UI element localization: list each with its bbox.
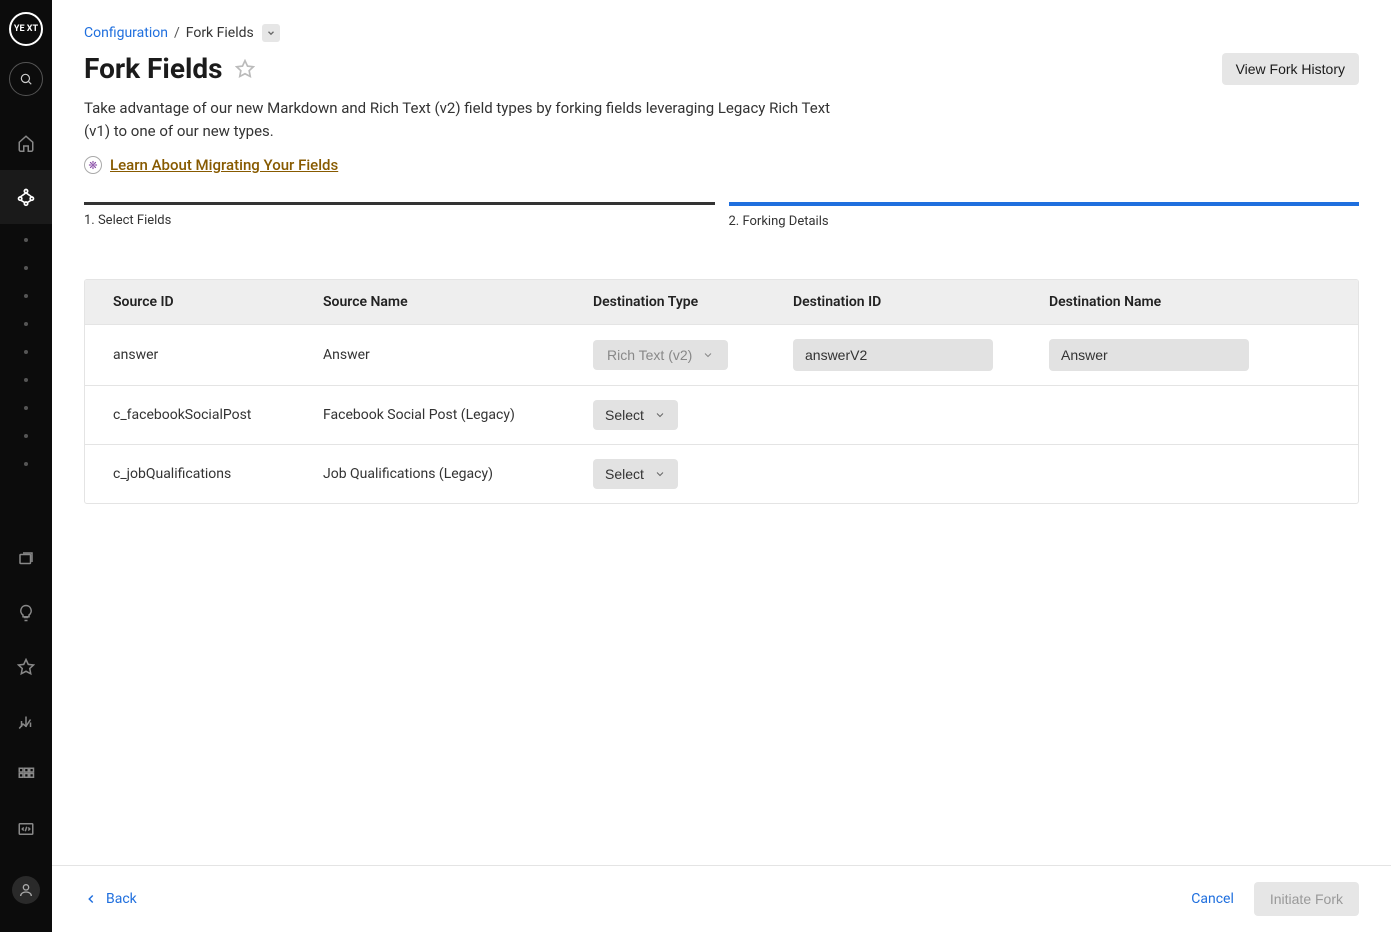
table-header: Source ID Source Name Destination Type D… <box>85 280 1358 324</box>
favorite-toggle[interactable] <box>235 59 255 79</box>
table-row: c_jobQualifications Job Qualifications (… <box>85 444 1358 503</box>
grid-icon <box>17 766 35 784</box>
step-1[interactable]: 1. Select Fields <box>84 202 715 229</box>
pages-icon <box>17 550 35 568</box>
user-icon <box>18 882 34 898</box>
stepper: 1. Select Fields 2. Forking Details <box>84 202 1359 229</box>
back-label: Back <box>106 891 137 907</box>
th-dest-name: Destination Name <box>1021 280 1277 324</box>
chevron-down-icon <box>654 468 666 480</box>
breadcrumb: Configuration / Fork Fields <box>84 24 1359 42</box>
analytics-icon <box>17 712 35 730</box>
sidebar: YE XT <box>0 0 52 932</box>
sidebar-dot[interactable] <box>24 434 28 438</box>
th-source-name: Source Name <box>295 280 565 324</box>
chevron-down-icon <box>654 409 666 421</box>
sidebar-dot[interactable] <box>24 378 28 382</box>
sidebar-dot[interactable] <box>24 238 28 242</box>
page-description: Take advantage of our new Markdown and R… <box>84 97 854 142</box>
dest-type-select[interactable]: Select <box>593 459 678 489</box>
brand-logo[interactable]: YE XT <box>9 12 43 46</box>
table-row: answer Answer Rich Text (v2) <box>85 324 1358 385</box>
cell-source-name: Answer <box>295 333 565 377</box>
step-1-label: 1. Select Fields <box>84 213 715 228</box>
dest-type-value: Select <box>605 407 644 423</box>
dest-type-value: Rich Text (v2) <box>607 347 692 363</box>
dest-type-value: Select <box>605 466 644 482</box>
chevron-left-icon <box>84 892 98 906</box>
user-avatar[interactable] <box>12 876 40 904</box>
fields-table: Source ID Source Name Destination Type D… <box>84 279 1359 504</box>
initiate-fork-button[interactable]: Initiate Fork <box>1254 882 1359 916</box>
breadcrumb-root[interactable]: Configuration <box>84 25 168 41</box>
graph-icon <box>16 187 36 207</box>
sidebar-dot[interactable] <box>24 406 28 410</box>
code-icon <box>17 820 35 838</box>
sidebar-dot[interactable] <box>24 294 28 298</box>
footer-bar: Back Cancel Initiate Fork <box>52 865 1391 932</box>
th-dest-type: Destination Type <box>565 280 765 324</box>
home-icon <box>17 134 35 152</box>
th-dest-id: Destination ID <box>765 280 1021 324</box>
th-source-id: Source ID <box>85 280 295 324</box>
sidebar-dot[interactable] <box>24 350 28 354</box>
step-2-label: 2. Forking Details <box>729 214 1360 229</box>
view-fork-history-button[interactable]: View Fork History <box>1222 53 1359 85</box>
cell-source-id: answer <box>85 333 295 377</box>
cell-source-name: Facebook Social Post (Legacy) <box>295 393 565 437</box>
dest-type-select[interactable]: Rich Text (v2) <box>593 340 728 370</box>
dest-id-input[interactable] <box>793 339 993 371</box>
hint-icon: ❋ <box>84 156 102 174</box>
nav-home[interactable] <box>0 116 52 170</box>
dest-type-select[interactable]: Select <box>593 400 678 430</box>
cell-source-name: Job Qualifications (Legacy) <box>295 452 565 496</box>
nav-favorites[interactable] <box>0 640 52 694</box>
step-2[interactable]: 2. Forking Details <box>729 202 1360 229</box>
main-content: Configuration / Fork Fields Fork Fields … <box>52 0 1391 932</box>
cell-source-id: c_facebookSocialPost <box>85 393 295 437</box>
breadcrumb-current: Fork Fields <box>186 25 254 41</box>
search-icon <box>19 72 33 86</box>
nav-apps[interactable] <box>0 748 52 802</box>
sidebar-dot[interactable] <box>24 266 28 270</box>
dest-name-input[interactable] <box>1049 339 1249 371</box>
back-button[interactable]: Back <box>84 891 137 907</box>
nav-graph[interactable] <box>0 170 52 224</box>
nav-analytics[interactable] <box>0 694 52 748</box>
learn-link[interactable]: Learn About Migrating Your Fields <box>110 156 338 174</box>
cell-source-id: c_jobQualifications <box>85 452 295 496</box>
breadcrumb-sep: / <box>174 25 180 41</box>
breadcrumb-dropdown[interactable] <box>262 24 280 42</box>
sidebar-sub-items <box>24 224 28 480</box>
page-title: Fork Fields <box>84 52 223 85</box>
chevron-down-icon <box>702 349 714 361</box>
star-outline-icon <box>235 59 255 79</box>
cancel-button[interactable]: Cancel <box>1191 891 1234 907</box>
sidebar-dot[interactable] <box>24 322 28 326</box>
chevron-down-icon <box>266 28 276 38</box>
search-button[interactable] <box>9 62 43 96</box>
sidebar-dot[interactable] <box>24 462 28 466</box>
nav-ideas[interactable] <box>0 586 52 640</box>
nav-developer[interactable] <box>0 802 52 856</box>
nav-pages[interactable] <box>0 532 52 586</box>
table-row: c_facebookSocialPost Facebook Social Pos… <box>85 385 1358 444</box>
lightbulb-icon <box>17 604 35 622</box>
star-icon <box>17 658 35 676</box>
